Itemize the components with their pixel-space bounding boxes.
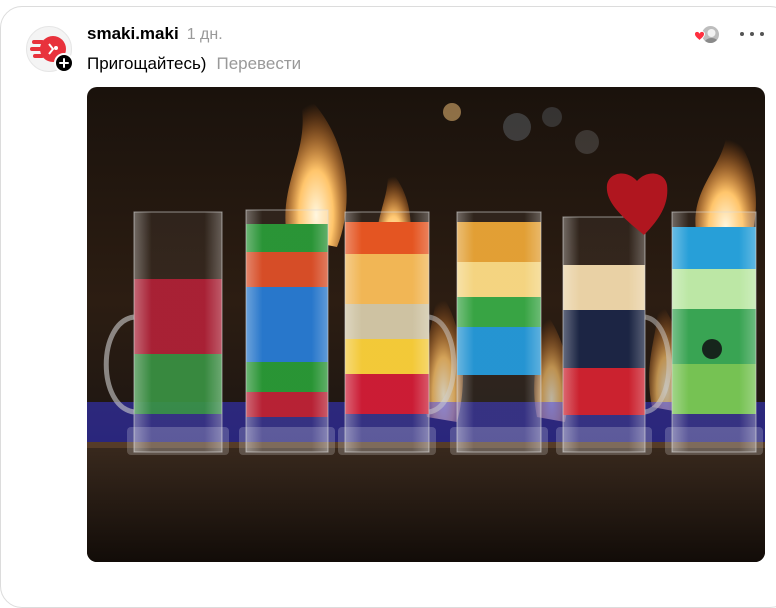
layered-shots-photo — [87, 87, 765, 562]
post-header: smaki.maki 1 дн. — [87, 24, 223, 46]
translate-link[interactable]: Перевести — [216, 54, 301, 74]
more-options-button[interactable] — [740, 26, 764, 42]
follow-plus-icon[interactable] — [54, 53, 74, 73]
post-timestamp[interactable]: 1 дн. — [187, 26, 223, 44]
avatar-wrapper[interactable] — [26, 26, 74, 74]
post-caption: Пригощайтесь) Перевести — [87, 54, 301, 74]
username-link[interactable]: smaki.maki — [87, 24, 179, 44]
more-dot-icon — [750, 32, 754, 36]
more-dot-icon — [740, 32, 744, 36]
post-image[interactable] — [87, 87, 765, 562]
more-dot-icon — [760, 32, 764, 36]
caption-text: Пригощайтесь) — [87, 54, 207, 73]
liked-by-indicator[interactable] — [694, 25, 724, 45]
heart-icon — [694, 31, 705, 41]
